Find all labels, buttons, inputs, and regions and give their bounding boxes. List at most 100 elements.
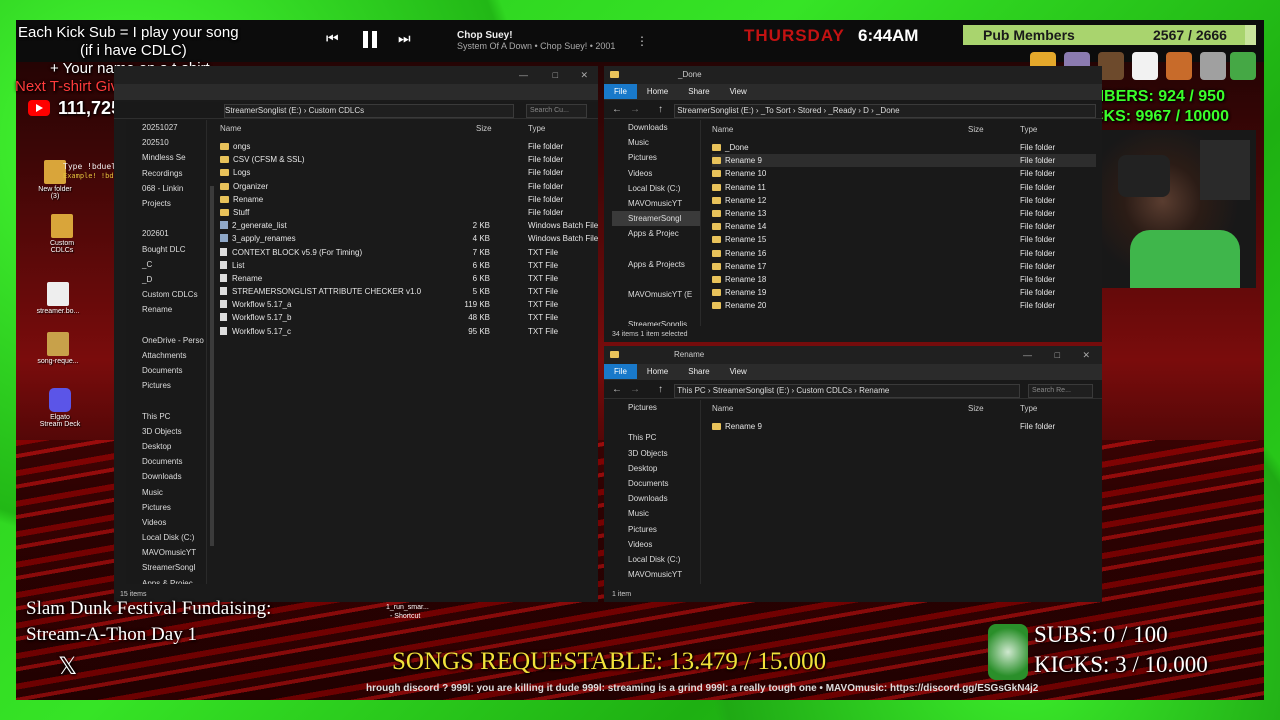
ribbon-tab-file[interactable]: File [604,84,637,99]
path-segment[interactable]: Custom CDLCs [309,106,365,115]
nav-item[interactable]: Documents [612,476,700,491]
nav-item[interactable]: Downloads [612,491,700,506]
ribbon-tab-share[interactable]: Share [678,84,719,99]
shortcut-label[interactable]: 1_run_smar... [386,604,429,611]
nav-item[interactable]: _D [126,272,206,287]
nav-item[interactable]: Music [126,485,206,500]
desktop-icon-song-request[interactable]: song-reque... [28,332,88,365]
nav-item[interactable]: Apps & Projects [612,257,700,272]
column-size-header[interactable]: Size [476,122,492,136]
file-row[interactable]: STREAMERSONGLIST ATTRIBUTE CHECKER v1.0 5… [220,285,592,298]
column-size-header[interactable]: Size [968,123,984,137]
nav-item[interactable] [612,272,700,287]
path-segment[interactable]: StreamerSonglist (E:) [713,386,789,395]
nav-item[interactable]: MAVOmusicYT [126,545,206,560]
nav-item[interactable]: 202510 [126,135,206,150]
nav-item[interactable]: Apps & Projec [126,576,206,584]
path-segment[interactable]: D [863,106,869,115]
path-segment[interactable]: This PC [677,386,705,395]
up-arrow-icon[interactable]: ↑ [658,384,663,395]
desktop-icon-custom-cdlcs[interactable]: Custom CDLCs [32,214,92,254]
back-arrow-icon[interactable]: ← [612,384,622,395]
path-segment[interactable]: _Ready [828,106,856,115]
nav-item[interactable]: This PC [612,430,700,445]
nav-item[interactable]: Videos [126,515,206,530]
file-row[interactable]: Rename 10 File folder [712,167,1096,180]
path-segment[interactable]: StreamerSonglist (E:) [225,106,301,115]
file-row[interactable]: Rename 15 File folder [712,233,1096,246]
nav-item[interactable]: Recordings [126,166,206,181]
address-path[interactable]: StreamerSonglist (E:) › _To Sort › Store… [674,104,1096,118]
nav-item[interactable]: StreamerSongl [612,582,700,584]
file-row[interactable]: Workflow 5.17_c 95 KB TXT File [220,325,592,338]
nav-item[interactable]: Downloads [126,469,206,484]
file-row[interactable]: Organizer File folder [220,180,592,193]
file-row[interactable]: Stuff File folder [220,206,592,219]
file-row[interactable]: Rename 14 File folder [712,220,1096,233]
nav-item[interactable]: Videos [612,166,700,181]
file-row[interactable]: Workflow 5.17_a 119 KB TXT File [220,298,592,311]
column-type-header[interactable]: Type [528,122,545,136]
nav-item[interactable]: StreamerSonglis [612,317,700,326]
nav-item[interactable]: Desktop [612,461,700,476]
path-segment[interactable]: Stored [798,106,822,115]
nav-item[interactable]: Desktop [126,439,206,454]
nav-item[interactable]: Documents [126,363,206,378]
nav-item[interactable]: MAVOmusicYT (E [612,287,700,302]
file-row[interactable]: Rename 9 File folder [712,420,1096,433]
nav-item[interactable]: Pictures [612,400,700,415]
nav-item[interactable]: StreamerSongl [126,560,206,575]
nav-item[interactable]: Pictures [612,150,700,165]
file-row[interactable]: Rename 9 File folder [712,154,1096,168]
path-segment[interactable]: _To Sort [761,106,791,115]
file-row[interactable]: Rename 6 KB TXT File [220,272,592,285]
file-row[interactable]: Workflow 5.17_b 48 KB TXT File [220,311,592,324]
nav-item[interactable]: 3D Objects [126,424,206,439]
column-size-header[interactable]: Size [968,402,984,416]
nav-item[interactable]: Mindless Se [126,150,206,165]
file-row[interactable]: Rename 13 File folder [712,207,1096,220]
search-input[interactable]: Search Re... [1028,384,1093,398]
nav-scrollbar[interactable] [210,186,214,546]
file-row[interactable]: CONTEXT BLOCK v5.9 (For Timing) 7 KB TXT F… [220,246,592,259]
file-row[interactable]: Rename 19 File folder [712,286,1096,299]
ribbon-tab-home[interactable]: Home [637,84,678,99]
file-row[interactable]: List 6 KB TXT File [220,259,592,272]
minimize-icon[interactable]: — [519,70,528,80]
nav-item[interactable]: Pictures [126,378,206,393]
file-row[interactable]: Logs File folder [220,166,592,179]
nav-item[interactable] [612,302,700,317]
nav-item[interactable]: OneDrive - Perso [126,333,206,348]
nav-item[interactable]: Custom CDLCs [126,287,206,302]
nav-item[interactable]: MAVOmusicYT [612,196,700,211]
column-name-header[interactable]: Name [220,122,241,136]
nav-item[interactable]: 202601 [126,226,206,241]
nav-item[interactable] [126,393,206,408]
path-segment[interactable]: Custom CDLCs [796,386,852,395]
nav-item[interactable]: Music [612,506,700,521]
nav-item[interactable]: Pictures [126,500,206,515]
more-options-icon[interactable]: ⋮ [636,34,648,48]
column-name-header[interactable]: Name [712,123,733,137]
nav-item[interactable]: Attachments [126,348,206,363]
nav-item[interactable] [612,415,700,430]
file-row[interactable]: 3_apply_renames 4 KB Windows Batch File [220,232,598,245]
desktop-icon-elgato[interactable]: Elgato Stream Deck [30,388,90,428]
file-row[interactable]: Rename 16 File folder [712,247,1096,260]
desktop-icon-streamer-bot[interactable]: streamer.bo... [28,282,88,315]
nav-item[interactable]: 068 - Linkin [126,181,206,196]
path-segment[interactable]: Rename [859,386,889,395]
forward-arrow-icon[interactable]: → [630,104,640,115]
maximize-icon[interactable]: □ [1055,350,1060,360]
nav-item[interactable]: StreamerSongl [612,211,700,227]
nav-item[interactable]: Pictures [612,522,700,537]
pause-icon[interactable] [360,28,382,52]
file-row[interactable]: ongs File folder [220,140,592,153]
next-track-icon[interactable]: ⏭ [398,30,418,50]
path-segment[interactable]: StreamerSonglist (E:) [677,106,753,115]
file-row[interactable]: CSV (CFSM & SSL) File folder [220,153,592,166]
ribbon-tab-view[interactable]: View [720,364,757,379]
file-row[interactable]: _Done File folder [712,141,1096,154]
nav-item[interactable] [126,211,206,226]
nav-item[interactable]: Projects [126,196,206,211]
